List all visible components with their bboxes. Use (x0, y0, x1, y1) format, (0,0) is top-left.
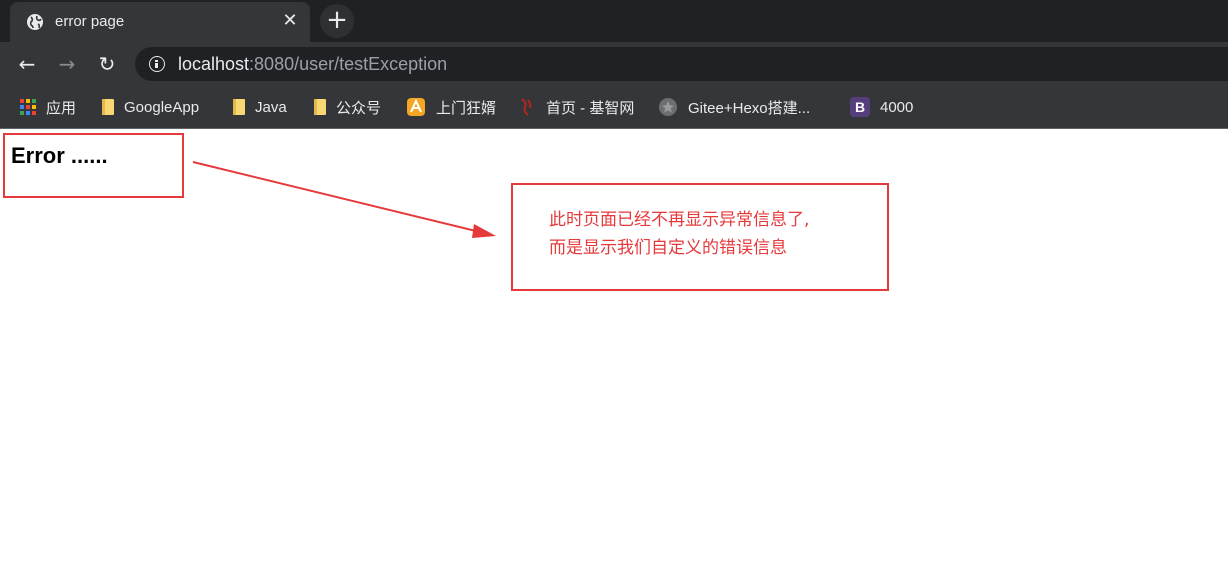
tab-close-icon[interactable]: ✕ (280, 10, 300, 32)
bookmark-apps[interactable]: 应用 (20, 96, 76, 118)
site-favicon-icon (659, 98, 677, 116)
bookmark-folder-googleapp[interactable]: GoogleApp (102, 96, 199, 118)
toolbar: ← → ↻ localhost:8080/user/testException (0, 42, 1228, 86)
forward-arrow-icon[interactable]: → (52, 50, 82, 80)
site-info-icon[interactable] (149, 56, 165, 72)
bookmarks-bar: 应用 GoogleApp Java 公众号 上门狂婿 首页 - 基智网 Gite… (0, 86, 1228, 129)
url-text[interactable]: localhost:8080/user/testException (178, 54, 447, 75)
bootstrap-icon-letter: B (855, 99, 865, 115)
bookmark-label: 首页 - 基智网 (546, 99, 635, 117)
annotation-arrow (192, 161, 496, 238)
site-favicon-icon (521, 98, 532, 116)
bookmark-label: Java (255, 98, 287, 116)
bookmark-label: 4000 (880, 98, 914, 116)
browser-chrome: error page ✕ + ← → ↻ localhost:8080/user… (0, 0, 1228, 129)
bookmark-jizhiwang[interactable]: 首页 - 基智网 (518, 96, 634, 118)
bookmark-folder-gongzhonghao[interactable]: 公众号 (314, 96, 381, 118)
bookmark-gitee-hexo[interactable]: Gitee+Hexo搭建... (658, 96, 810, 118)
bookmark-label: 公众号 (336, 99, 382, 117)
back-arrow-icon[interactable]: ← (12, 50, 42, 80)
address-bar[interactable]: localhost:8080/user/testException (135, 47, 1228, 81)
bookmark-label: 应用 (46, 99, 77, 117)
folder-icon (102, 99, 114, 115)
arrow-line (192, 161, 481, 233)
url-host: localhost (178, 54, 250, 74)
bookmark-label: Gitee+Hexo搭建... (688, 99, 811, 117)
new-tab-button[interactable]: + (320, 4, 354, 38)
tab-strip: error page ✕ + (0, 0, 1228, 42)
bootstrap-icon: B (850, 97, 870, 117)
bookmark-4000[interactable]: B 4000 (850, 96, 913, 118)
tab-title: error page (55, 13, 125, 30)
globe-icon (27, 14, 43, 30)
bookmark-folder-java[interactable]: Java (233, 96, 287, 118)
reload-icon[interactable]: ↻ (92, 50, 122, 80)
apps-grid-icon (20, 99, 36, 115)
bookmark-label: GoogleApp (124, 98, 200, 116)
folder-icon (233, 99, 245, 115)
url-path: :8080/user/testException (249, 54, 448, 74)
tab-error-page[interactable]: error page ✕ (10, 2, 310, 42)
page-content: Error ...... 此时页面已经不再显示异常信息了, 而是显示我们自定义的… (0, 129, 1228, 585)
bookmark-label: 上门狂婿 (436, 99, 497, 117)
folder-icon (314, 99, 326, 115)
bookmark-shangmen[interactable]: 上门狂婿 (406, 96, 496, 118)
arrow-head (472, 224, 496, 238)
site-favicon-icon (407, 98, 425, 116)
